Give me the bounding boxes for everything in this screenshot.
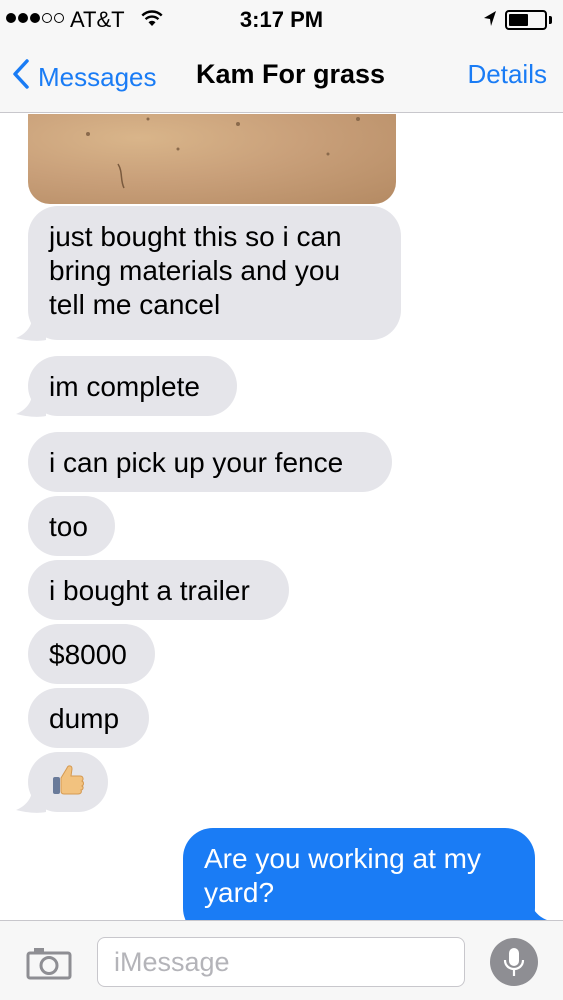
conversation-thread[interactable]: just bought this so i can bring material… (0, 114, 563, 920)
message-input-bar (0, 920, 563, 1000)
message-text-line: just bought this so i can (49, 221, 342, 252)
message-bubble-received[interactable]: too (28, 496, 115, 556)
message-bubble-received[interactable]: just bought this so i can bring material… (28, 206, 401, 340)
camera-button[interactable] (26, 946, 72, 985)
message-bubble-received[interactable]: i bought a trailer (28, 560, 289, 620)
image-content (86, 117, 360, 189)
nav-bar: Messages Kam For grass Details (0, 40, 563, 113)
details-button[interactable]: Details (468, 59, 547, 90)
message-text: $8000 (49, 639, 127, 670)
message-text: i can pick up your fence (49, 447, 344, 478)
battery-level (509, 14, 528, 26)
back-label: Messages (38, 62, 157, 92)
message-text-line: Are you working at my (204, 843, 481, 874)
bubble-tail (16, 790, 46, 813)
message-text: dump (49, 703, 120, 734)
chevron-left-icon (12, 58, 30, 97)
message-bubble-sent[interactable]: Are you working at my yard? (183, 828, 535, 920)
battery-tip (549, 16, 552, 24)
message-image[interactable] (28, 114, 396, 204)
message-text-line: bring materials and you (49, 255, 341, 286)
camera-icon (26, 948, 72, 980)
bubble-tail (16, 318, 46, 341)
message-bubble-received[interactable]: i can pick up your fence (28, 432, 392, 492)
microphone-icon (503, 948, 525, 976)
conversation-title: Kam For grass (196, 59, 386, 89)
location-arrow-icon (482, 9, 498, 34)
message-bubble-received[interactable]: im complete (28, 356, 237, 416)
battery-icon (505, 10, 547, 30)
status-bar: AT&T 3:17 PM (0, 0, 563, 40)
thumbs-up-icon (53, 765, 84, 795)
bubble-tail (517, 900, 547, 920)
message-text: i bought a trailer (49, 575, 250, 606)
message-text-line: tell me cancel (49, 289, 221, 320)
bubble-tail (16, 394, 46, 417)
message-input[interactable] (97, 937, 465, 987)
message-text: im complete (49, 371, 200, 402)
message-text: too (49, 511, 88, 542)
back-button[interactable]: Messages (12, 58, 157, 97)
status-time: 3:17 PM (239, 7, 324, 32)
microphone-button[interactable] (490, 938, 538, 986)
message-bubble-received[interactable]: dump (28, 688, 149, 748)
message-text-line: yard? (204, 877, 275, 908)
message-bubble-received[interactable]: $8000 (28, 624, 155, 684)
